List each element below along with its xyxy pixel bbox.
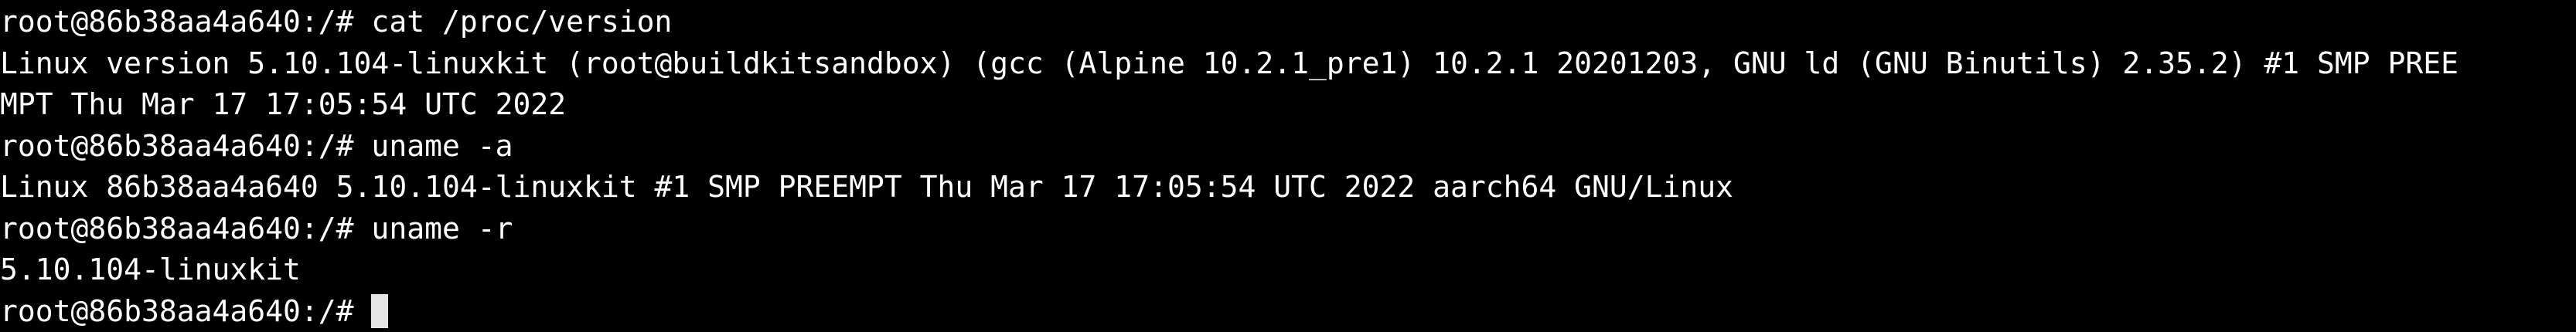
cursor-block[interactable] xyxy=(371,294,388,328)
terminal-window[interactable]: root@86b38aa4a640:/# cat /proc/version L… xyxy=(0,0,2576,329)
command-line-cat-version: root@86b38aa4a640:/# cat /proc/version xyxy=(0,2,2576,43)
output-line-uname-r: 5.10.104-linuxkit xyxy=(0,249,2576,291)
output-line-version-wrap: MPT Thu Mar 17 17:05:54 UTC 2022 xyxy=(0,84,2576,126)
output-line-version: Linux version 5.10.104-linuxkit (root@bu… xyxy=(0,43,2576,85)
prompt-text: root@86b38aa4a640:/# xyxy=(0,291,371,332)
output-line-uname-a: Linux 86b38aa4a640 5.10.104-linuxkit #1 … xyxy=(0,167,2576,208)
active-prompt-line[interactable]: root@86b38aa4a640:/# xyxy=(0,291,2576,332)
command-line-uname-a: root@86b38aa4a640:/# uname -a xyxy=(0,126,2576,168)
command-line-uname-r: root@86b38aa4a640:/# uname -r xyxy=(0,208,2576,250)
